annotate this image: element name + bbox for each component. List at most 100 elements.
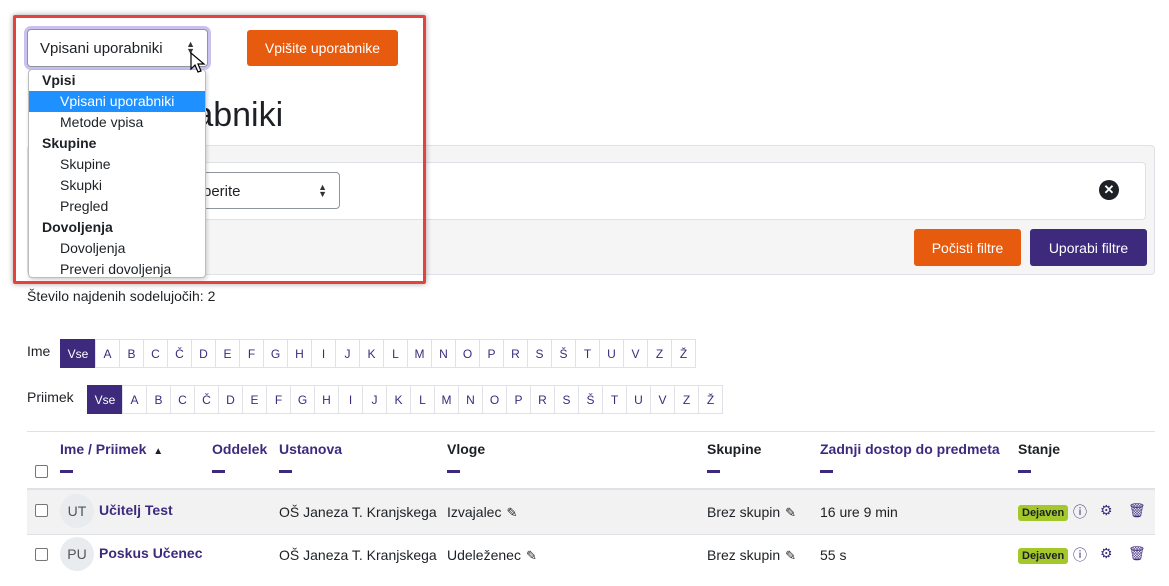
groups-label: Brez skupin — [707, 504, 781, 520]
last-name-initial-all[interactable]: Vse — [87, 385, 123, 414]
first-name-initial-letter[interactable]: L — [383, 339, 408, 368]
last-name-initial-letter[interactable]: K — [386, 385, 411, 414]
first-name-initial-letter[interactable]: O — [455, 339, 480, 368]
last-name-initial-letter[interactable]: E — [242, 385, 267, 414]
first-name-initial-letter[interactable]: Š — [551, 339, 576, 368]
last-name-initial-letter[interactable]: U — [626, 385, 651, 414]
participant-last-access: 16 ure 9 min — [820, 504, 898, 520]
edit-pencil-icon[interactable]: ✎ — [506, 505, 517, 520]
header-status: Stanje — [1018, 441, 1061, 457]
first-name-initial-letter[interactable]: J — [335, 339, 360, 368]
last-name-initials-label: Priimek — [27, 389, 74, 405]
info-icon[interactable]: ⓘ — [1073, 545, 1087, 565]
remove-filter-icon[interactable]: ✕ — [1099, 180, 1119, 200]
last-name-initial-letter[interactable]: R — [530, 385, 555, 414]
collapse-column-icon[interactable] — [447, 470, 460, 473]
gear-icon[interactable]: ⚙ — [1100, 502, 1113, 519]
edit-pencil-icon[interactable]: ✎ — [785, 505, 796, 520]
last-name-initial-letter[interactable]: V — [650, 385, 675, 414]
last-name-initial-letter[interactable]: I — [338, 385, 363, 414]
last-name-initial-letter[interactable]: G — [290, 385, 315, 414]
edit-pencil-icon[interactable]: ✎ — [785, 548, 796, 563]
header-institution[interactable]: Ustanova — [279, 441, 342, 457]
last-name-initial-letter[interactable]: S — [554, 385, 579, 414]
last-name-initial-letter[interactable]: Š — [578, 385, 603, 414]
last-name-initial-letter[interactable]: P — [506, 385, 531, 414]
first-name-initial-letter[interactable]: E — [215, 339, 240, 368]
apply-filters-button[interactable]: Uporabi filtre — [1030, 229, 1147, 266]
first-name-initial-letter[interactable]: F — [239, 339, 264, 368]
last-name-initial-letter[interactable]: D — [218, 385, 243, 414]
header-name[interactable]: Ime / Priimek ▲ — [60, 441, 163, 457]
first-name-initial-letter[interactable]: Z — [647, 339, 672, 368]
info-icon[interactable]: ⓘ — [1073, 502, 1087, 522]
last-name-initial-letter[interactable]: N — [458, 385, 483, 414]
select-all-checkbox[interactable] — [35, 465, 48, 478]
last-name-initial-letter[interactable]: H — [314, 385, 339, 414]
collapse-column-icon[interactable] — [707, 470, 720, 473]
collapse-column-icon[interactable] — [279, 470, 292, 473]
first-name-initial-letter[interactable]: Č — [167, 339, 192, 368]
last-name-initial-letter[interactable]: O — [482, 385, 507, 414]
collapse-column-icon[interactable] — [1018, 470, 1031, 473]
reset-filters-button[interactable]: Počisti filtre — [914, 229, 1021, 266]
first-name-initial-all[interactable]: Vse — [60, 339, 96, 368]
header-roles: Vloge — [447, 441, 486, 457]
row-checkbox[interactable] — [35, 504, 48, 517]
first-name-initial-letter[interactable]: N — [431, 339, 456, 368]
table-row — [27, 490, 1155, 534]
collapse-column-icon[interactable] — [820, 470, 833, 473]
last-name-initial-letter[interactable]: J — [362, 385, 387, 414]
first-name-initial-letter[interactable]: M — [407, 339, 432, 368]
header-groups: Skupine — [707, 441, 762, 457]
first-name-initial-letter[interactable]: D — [191, 339, 216, 368]
first-name-initial-letter[interactable]: H — [287, 339, 312, 368]
gear-icon[interactable]: ⚙ — [1100, 545, 1113, 562]
first-name-initial-letter[interactable]: Ž — [671, 339, 696, 368]
collapse-column-icon[interactable] — [60, 470, 73, 473]
last-name-initial-letter[interactable]: L — [410, 385, 435, 414]
last-name-initial-letter[interactable]: A — [122, 385, 147, 414]
last-name-initial-letter[interactable]: B — [146, 385, 171, 414]
first-name-initial-letter[interactable]: B — [119, 339, 144, 368]
row-divider — [27, 534, 1155, 535]
trash-icon[interactable]: 🗑 — [1128, 545, 1146, 562]
last-name-initial-letter[interactable]: T — [602, 385, 627, 414]
mouse-cursor-icon — [190, 52, 206, 73]
participants-count: Število najdenih sodelujočih: 2 — [27, 288, 216, 304]
participant-name-link[interactable]: Poskus Učenec — [99, 545, 203, 561]
last-name-initial-letter[interactable]: C — [170, 385, 195, 414]
first-name-initial-letter[interactable]: T — [575, 339, 600, 368]
first-name-initial-letter[interactable]: V — [623, 339, 648, 368]
last-name-initial-letter[interactable]: Z — [674, 385, 699, 414]
first-name-initial-letter[interactable]: I — [311, 339, 336, 368]
first-name-initial-letter[interactable]: G — [263, 339, 288, 368]
collapse-column-icon[interactable] — [212, 470, 225, 473]
header-name-label: Ime / Priimek — [60, 441, 147, 457]
edit-pencil-icon[interactable]: ✎ — [526, 548, 537, 563]
last-name-initial-letter[interactable]: Č — [194, 385, 219, 414]
first-name-initial-letter[interactable]: S — [527, 339, 552, 368]
sort-ascending-icon: ▲ — [153, 446, 164, 457]
trash-icon[interactable]: 🗑 — [1128, 502, 1146, 519]
participant-institution: OŠ Janeza T. Kranjskega — [279, 504, 437, 520]
first-name-initial-letter[interactable]: U — [599, 339, 624, 368]
status-badge: Dejaven — [1018, 505, 1069, 521]
participant-institution: OŠ Janeza T. Kranjskega — [279, 547, 437, 563]
first-name-initial-letter[interactable]: C — [143, 339, 168, 368]
status-badge: Dejaven — [1018, 548, 1069, 564]
last-name-initial-letter[interactable]: F — [266, 385, 291, 414]
header-last-access[interactable]: Zadnji dostop do predmeta — [820, 441, 1000, 457]
last-name-initial-letter[interactable]: M — [434, 385, 459, 414]
last-name-initial-letter[interactable]: Ž — [698, 385, 723, 414]
first-name-initial-letter[interactable]: K — [359, 339, 384, 368]
participant-name-link[interactable]: Učitelj Test — [99, 502, 173, 518]
row-checkbox[interactable] — [35, 548, 48, 561]
first-name-initial-letter[interactable]: R — [503, 339, 528, 368]
participant-groups: Brez skupin ✎ — [707, 504, 796, 521]
avatar: UT — [60, 494, 94, 528]
header-department[interactable]: Oddelek — [212, 441, 267, 457]
first-name-initial-letter[interactable]: A — [95, 339, 120, 368]
groups-label: Brez skupin — [707, 547, 781, 563]
first-name-initial-letter[interactable]: P — [479, 339, 504, 368]
